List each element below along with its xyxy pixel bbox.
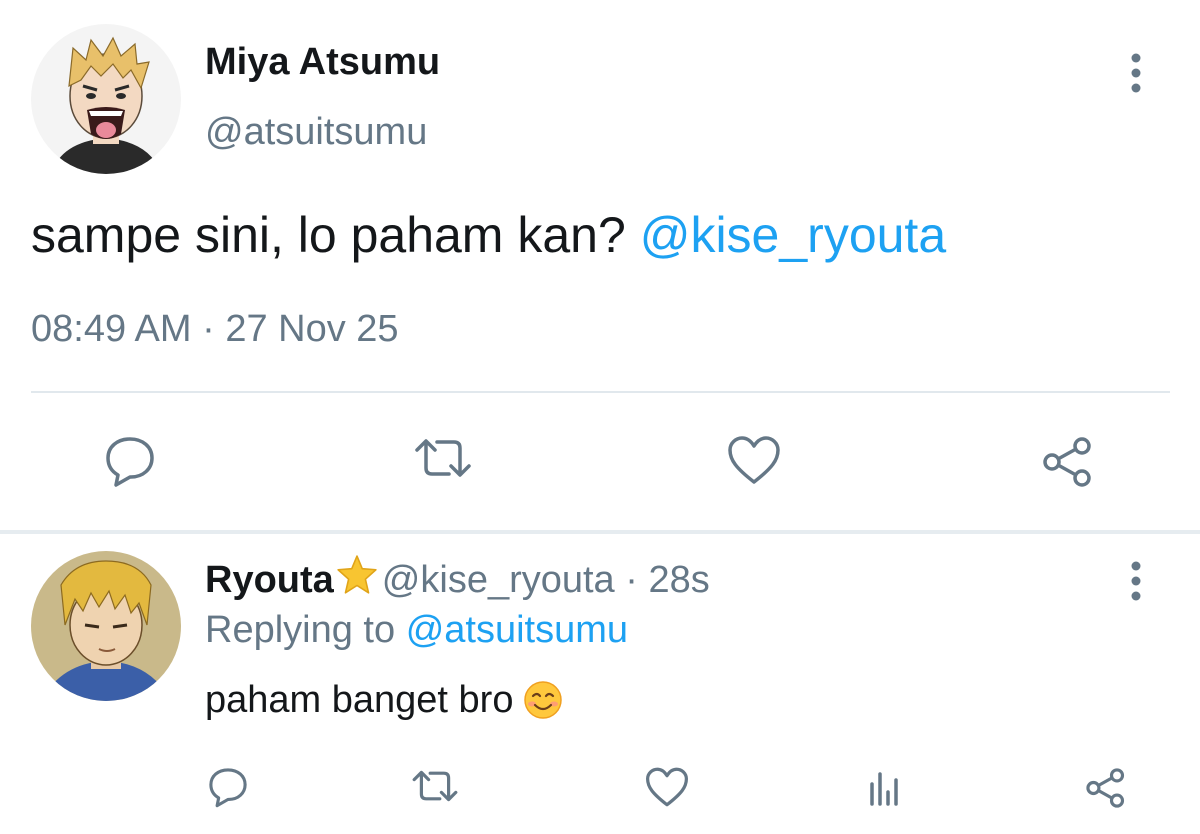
reply-action-share-icon[interactable]: [1084, 766, 1128, 810]
reply-text: paham banget bro: [205, 678, 563, 730]
reply-header: Ryouta @kise_ryouta · 28s: [205, 554, 710, 606]
tweet-date: 27 Nov 25: [225, 308, 399, 350]
author-handle[interactable]: @atsuitsumu: [205, 110, 427, 154]
reply-more-options-icon[interactable]: [1124, 560, 1148, 604]
author-display-name[interactable]: Miya Atsumu: [205, 40, 440, 84]
reply-action-reply-icon[interactable]: [207, 766, 249, 808]
reply-icon[interactable]: [104, 434, 156, 488]
tweet-timestamp: 08:49 AM · 27 Nov 25: [31, 307, 399, 351]
tweet-time: 08:49 AM: [31, 308, 192, 350]
mention-link[interactable]: @kise_ryouta: [640, 207, 946, 263]
reply-age: 28s: [648, 559, 710, 601]
more-options-icon[interactable]: [1124, 52, 1148, 96]
star-emoji-icon: [336, 554, 378, 606]
time-separator: ·: [191, 308, 226, 350]
replying-to-label: Replying to: [205, 609, 396, 651]
reply-handle[interactable]: @kise_ryouta: [382, 559, 615, 601]
thread-divider: [0, 530, 1200, 534]
replying-to-handle[interactable]: @atsuitsumu: [406, 609, 628, 651]
reply-action-stats-icon[interactable]: [866, 766, 906, 806]
reply-separator: ·: [614, 559, 649, 601]
share-icon[interactable]: [1040, 434, 1096, 490]
like-icon[interactable]: [726, 434, 782, 486]
tweet-body: sampe sini, lo paham kan?: [31, 207, 626, 263]
reply-body: paham banget bro: [205, 679, 514, 721]
reply-action-like-icon[interactable]: [644, 766, 690, 808]
smiling-face-emoji-icon: [523, 680, 563, 730]
author-avatar[interactable]: [31, 24, 181, 174]
reply-author-avatar[interactable]: [31, 551, 181, 701]
replying-to: Replying to @atsuitsumu: [205, 608, 628, 652]
divider: [31, 391, 1170, 393]
reply-display-name[interactable]: Ryouta: [205, 559, 334, 601]
retweet-icon[interactable]: [413, 436, 473, 480]
reply-action-retweet-icon[interactable]: [411, 768, 459, 804]
tweet-text: sampe sini, lo paham kan? @kise_ryouta: [31, 205, 946, 265]
